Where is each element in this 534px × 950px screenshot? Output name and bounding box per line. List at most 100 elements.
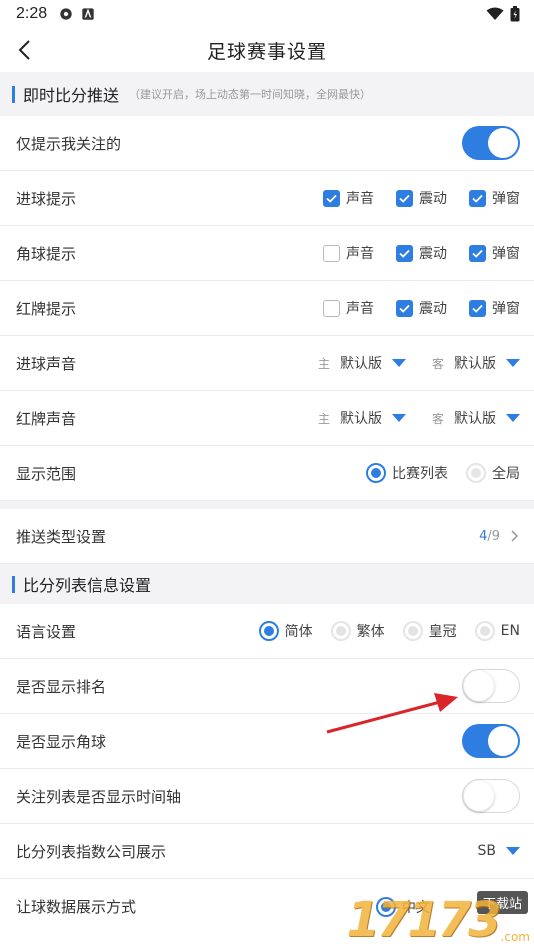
page-title: 足球赛事设置 [206,40,327,63]
language-option[interactable]: 皇冠 [402,621,457,641]
select-prefix: 客 [431,356,444,371]
alert-option-label: 震动 [419,191,447,207]
away-sound-select[interactable]: 客默认版 [432,408,520,428]
home-sound-select[interactable]: 主默认版 [318,353,406,373]
display-range-option-label: 全局 [492,466,520,482]
section-gap [0,501,534,509]
battery-icon [510,6,520,22]
home-sound-select[interactable]: 主默认版 [318,408,406,428]
show-corner-toggle[interactable] [462,724,520,758]
select-prefix: 主 [317,356,330,371]
odds-company-select[interactable]: SB [477,843,520,859]
language-option[interactable]: EN [474,621,520,641]
select-prefix: 客 [431,411,444,426]
display-range-option[interactable]: 比赛列表 [366,463,448,483]
alert-checkbox[interactable]: 弹窗 [469,298,520,318]
sound-label: 红牌声音 [16,409,77,428]
alert-checkbox[interactable]: 震动 [396,188,447,208]
select-value: 默认版 [454,356,496,372]
alert-option-label: 弹窗 [492,246,520,262]
sound-selects: 主默认版客默认版 [292,353,520,373]
select-value: 默认版 [339,411,382,427]
show-timeline-row: 关注列表是否显示时间轴 [0,769,534,824]
alert-checkbox[interactable]: 震动 [396,243,447,263]
watermark-suffix: .com [500,930,530,944]
site-watermark: 下载站 17173 .com [347,891,530,948]
checkbox-checked-icon [469,244,486,262]
odds-company-value: SB [477,843,497,859]
alert-option-label: 弹窗 [492,191,520,207]
radio-selected-icon [366,463,386,483]
toggle-knob [488,128,518,158]
alert-row: 角球提示 声音 震动 弹窗 [0,226,534,281]
alert-label: 红牌提示 [16,299,77,318]
show-timeline-label: 关注列表是否显示时间轴 [16,787,182,806]
radio-unselected-icon [474,621,495,641]
checkbox-checked-icon [469,189,486,207]
alert-option-label: 声音 [346,301,374,317]
alert-label: 进球提示 [16,189,77,208]
sound-label: 进球声音 [16,354,77,373]
display-range-option[interactable]: 全局 [466,463,520,483]
push-type-row[interactable]: 推送类型设置 4/9 [0,509,534,564]
section-accent-bar [12,85,15,103]
odds-company-row[interactable]: 比分列表指数公司展示 SB [0,824,534,879]
sound-row: 进球声音主默认版客默认版 [0,336,534,391]
select-prefix: 主 [317,411,330,426]
radio-selected-icon [258,621,279,641]
app-notification-icon [82,8,94,20]
dropdown-triangle-icon [506,414,520,422]
wifi-icon [486,7,504,20]
language-option[interactable]: 简体 [258,621,313,641]
language-option-label: EN [500,623,520,639]
alert-checkbox[interactable]: 弹窗 [469,188,520,208]
checkbox-empty-icon [323,299,340,317]
back-arrow-icon[interactable] [12,36,40,64]
section-hint: （建议开启，场上动态第一时间知晓，全网最快） [129,88,372,101]
checkbox-empty-icon [323,244,340,262]
status-time: 2:28 [16,5,48,22]
checkbox-checked-icon [396,299,413,317]
alert-checkbox[interactable]: 震动 [396,298,447,318]
alert-checkbox[interactable]: 声音 [323,243,374,263]
radio-unselected-icon [466,463,486,483]
language-option[interactable]: 繁体 [330,621,385,641]
section-title: 即时比分推送 [23,86,120,105]
odds-company-label: 比分列表指数公司展示 [16,842,167,861]
show-corner-row: 是否显示角球 [0,714,534,769]
settings-app-icon [60,8,72,20]
alert-checkbox[interactable]: 弹窗 [469,243,520,263]
alert-options: 声音 震动 弹窗 [301,298,520,318]
alert-label: 角球提示 [16,244,77,263]
alert-checkbox[interactable]: 声音 [323,298,374,318]
toggle-knob [464,780,494,811]
language-option-label: 简体 [284,624,313,640]
display-range-label: 显示范围 [16,464,77,483]
only-followed-toggle[interactable] [462,126,520,160]
only-followed-row: 仅提示我关注的 [0,116,534,171]
alert-checkbox[interactable]: 声音 [323,188,374,208]
show-rank-toggle[interactable] [462,669,520,703]
select-value: 默认版 [454,411,496,427]
checkbox-checked-icon [396,244,413,262]
show-timeline-toggle[interactable] [462,779,520,813]
display-range-option-label: 比赛列表 [392,466,448,482]
radio-unselected-icon [330,621,351,641]
checkbox-checked-icon [396,189,413,207]
show-rank-row: 是否显示排名 [0,659,534,714]
checkbox-checked-icon [323,189,340,207]
dropdown-triangle-icon [391,414,406,422]
alert-option-label: 声音 [346,246,374,262]
alert-row: 进球提示 声音 震动 弹窗 [0,171,534,226]
handicap-mode-label: 让球数据展示方式 [16,898,137,916]
alert-option-label: 震动 [419,246,447,262]
alert-option-label: 声音 [346,191,374,207]
checkbox-checked-icon [469,299,486,317]
toggle-knob [464,670,494,701]
away-sound-select[interactable]: 客默认版 [432,353,520,373]
only-followed-label: 仅提示我关注的 [16,134,122,153]
language-row: 语言设置 简体 繁体 皇冠 EN [0,604,534,659]
push-type-label: 推送类型设置 [16,527,107,546]
show-rank-label: 是否显示排名 [16,677,107,696]
alert-options: 声音 震动 弹窗 [301,243,520,263]
